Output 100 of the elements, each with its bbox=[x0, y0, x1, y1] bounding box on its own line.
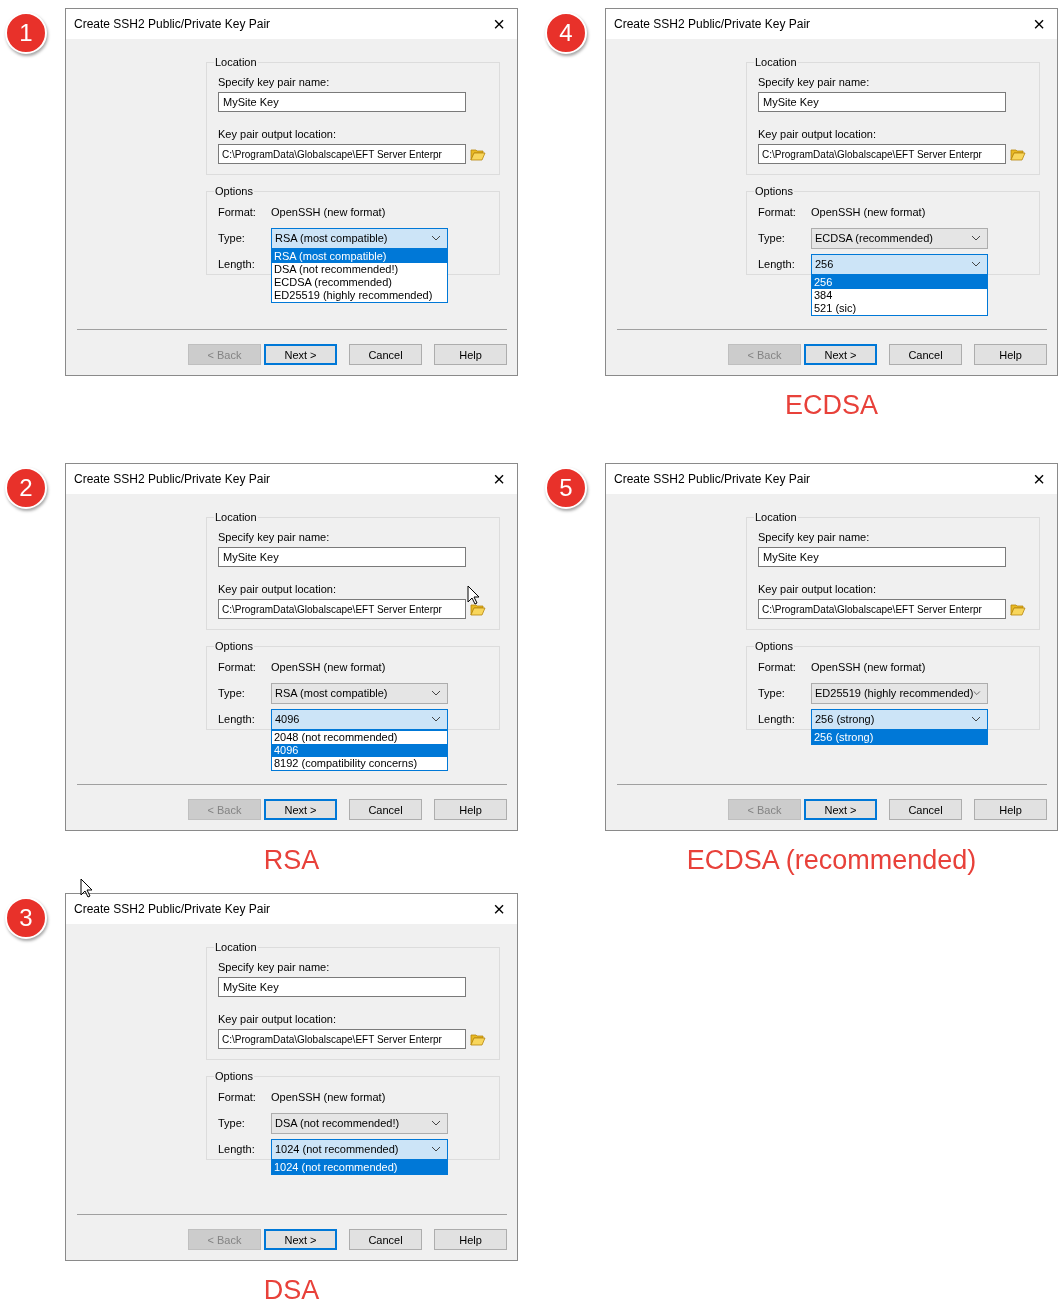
field-value: OpenSSH (new format) bbox=[271, 661, 386, 673]
close-button[interactable]: × bbox=[1029, 469, 1049, 489]
step-badge: 3 bbox=[5, 897, 47, 939]
field-label: Key pair output location: bbox=[218, 583, 338, 595]
field-label: Specify key pair name: bbox=[218, 76, 331, 88]
field-value: OpenSSH (new format) bbox=[811, 661, 926, 673]
field-value: OpenSSH (new format) bbox=[271, 1091, 386, 1103]
dialog-button[interactable]: Next > bbox=[264, 799, 337, 820]
text-field[interactable]: MySite Key bbox=[218, 92, 466, 112]
window-title: Create SSH2 Public/Private Key Pair bbox=[614, 472, 811, 486]
field-label: Type: bbox=[218, 232, 246, 244]
caption: RSA bbox=[262, 845, 321, 876]
field-label: Length: bbox=[758, 713, 796, 725]
dropdown[interactable]: RSA (most compatible) bbox=[271, 227, 448, 249]
folder-icon[interactable] bbox=[1010, 147, 1026, 161]
dropdown-option[interactable]: DSA (not recommended!) bbox=[272, 262, 447, 276]
close-button[interactable]: × bbox=[489, 469, 509, 489]
caption: DSA bbox=[262, 1275, 321, 1306]
dropdown-option[interactable]: 4096 bbox=[272, 743, 447, 757]
dialog-button[interactable]: Cancel bbox=[349, 344, 422, 365]
dropdown[interactable]: DSA (not recommended!) bbox=[271, 1112, 448, 1134]
field-label: Format: bbox=[218, 661, 257, 673]
text-field[interactable]: MySite Key bbox=[758, 547, 1006, 567]
field-label: Specify key pair name: bbox=[218, 961, 331, 973]
field-label: Format: bbox=[758, 206, 797, 218]
text-field[interactable]: MySite Key bbox=[758, 92, 1006, 112]
caption: ECDSA (recommended) bbox=[685, 845, 978, 876]
dropdown-option[interactable]: 521 (sic) bbox=[812, 301, 987, 315]
field-label: Specify key pair name: bbox=[758, 531, 871, 543]
dialog-button[interactable]: Help bbox=[434, 799, 507, 820]
field-label: Length: bbox=[218, 713, 256, 725]
group-title: Options bbox=[214, 1070, 254, 1082]
field-label: Key pair output location: bbox=[758, 583, 878, 595]
dropdown-option[interactable]: 384 bbox=[812, 288, 987, 302]
dialog-button[interactable]: Help bbox=[434, 344, 507, 365]
dropdown[interactable]: 4096 bbox=[271, 708, 448, 730]
chevron-down-icon bbox=[431, 1146, 441, 1152]
dialog-button[interactable]: Next > bbox=[264, 344, 337, 365]
chevron-down-icon bbox=[431, 690, 441, 696]
field-value: OpenSSH (new format) bbox=[811, 206, 926, 218]
dialog-button[interactable]: Next > bbox=[264, 1229, 337, 1250]
field-label: Key pair output location: bbox=[758, 128, 878, 140]
close-button[interactable]: × bbox=[489, 899, 509, 919]
text-field[interactable]: C:\ProgramData\Globalscape\EFT Server Enterpr bbox=[758, 599, 1006, 619]
chevron-down-icon bbox=[971, 716, 981, 722]
text-field[interactable]: C:\ProgramData\Globalscape\EFT Server Enterpr bbox=[758, 144, 1006, 164]
dialog-button[interactable]: Help bbox=[434, 1229, 507, 1250]
dropdown[interactable]: 256 (strong) bbox=[811, 708, 988, 730]
dropdown-option[interactable]: 8192 (compatibility concerns) bbox=[272, 756, 447, 770]
folder-icon[interactable] bbox=[470, 1032, 486, 1046]
group-title: Location bbox=[214, 56, 258, 68]
dialog-button[interactable]: Next > bbox=[804, 799, 877, 820]
dropdown-option[interactable]: 1024 (not recommended) bbox=[272, 1160, 447, 1174]
field-label: Type: bbox=[758, 687, 786, 699]
field-label: Key pair output location: bbox=[218, 1013, 338, 1025]
folder-icon[interactable] bbox=[470, 147, 486, 161]
field-label: Type: bbox=[218, 1117, 246, 1129]
close-button[interactable]: × bbox=[1029, 14, 1049, 34]
text-field[interactable]: C:\ProgramData\Globalscape\EFT Server Enterpr bbox=[218, 144, 466, 164]
dropdown-option[interactable]: RSA (most compatible) bbox=[272, 249, 447, 263]
dialog-button[interactable]: Cancel bbox=[349, 1229, 422, 1250]
dropdown-option[interactable]: 256 bbox=[812, 275, 987, 289]
window-title: Create SSH2 Public/Private Key Pair bbox=[74, 902, 271, 916]
dialog-button[interactable]: Cancel bbox=[889, 344, 962, 365]
group-title: Options bbox=[214, 185, 254, 197]
dialog-button[interactable]: Help bbox=[974, 799, 1047, 820]
step-badge: 5 bbox=[545, 467, 587, 509]
field-label: Length: bbox=[758, 258, 796, 270]
group-title: Location bbox=[754, 511, 798, 523]
dropdown[interactable]: 256 bbox=[811, 253, 988, 275]
field-label: Format: bbox=[758, 661, 797, 673]
text-field[interactable]: MySite Key bbox=[218, 547, 466, 567]
dropdown-option[interactable]: 256 (strong) bbox=[812, 730, 987, 744]
dropdown-option[interactable]: ECDSA (recommended) bbox=[272, 275, 447, 289]
dropdown-option[interactable]: ED25519 (highly recommended) bbox=[272, 288, 447, 302]
dialog-button[interactable]: Cancel bbox=[349, 799, 422, 820]
field-label: Format: bbox=[218, 206, 257, 218]
chevron-down-icon bbox=[971, 235, 981, 241]
text-field[interactable]: MySite Key bbox=[218, 977, 466, 997]
step-badge: 1 bbox=[5, 12, 47, 54]
dropdown[interactable]: 1024 (not recommended) bbox=[271, 1138, 448, 1160]
close-button[interactable]: × bbox=[489, 14, 509, 34]
dialog-button[interactable]: Help bbox=[974, 344, 1047, 365]
chevron-down-icon bbox=[431, 716, 441, 722]
step-badge: 4 bbox=[545, 12, 587, 54]
dialog-button[interactable]: Next > bbox=[804, 344, 877, 365]
text-field[interactable]: C:\ProgramData\Globalscape\EFT Server Enterpr bbox=[218, 1029, 466, 1049]
group-title: Options bbox=[754, 640, 794, 652]
group-title: Options bbox=[214, 640, 254, 652]
text-field[interactable]: C:\ProgramData\Globalscape\EFT Server Enterpr bbox=[218, 599, 466, 619]
dropdown[interactable]: ECDSA (recommended) bbox=[811, 227, 988, 249]
folder-icon[interactable] bbox=[470, 602, 486, 616]
dropdown[interactable]: ED25519 (highly recommended) bbox=[811, 682, 988, 704]
step-badge: 2 bbox=[5, 467, 47, 509]
dialog-button[interactable]: Cancel bbox=[889, 799, 962, 820]
group-title: Location bbox=[754, 56, 798, 68]
dropdown[interactable]: RSA (most compatible) bbox=[271, 682, 448, 704]
folder-icon[interactable] bbox=[1010, 602, 1026, 616]
dropdown-option[interactable]: 2048 (not recommended) bbox=[272, 730, 447, 744]
field-label: Specify key pair name: bbox=[218, 531, 331, 543]
